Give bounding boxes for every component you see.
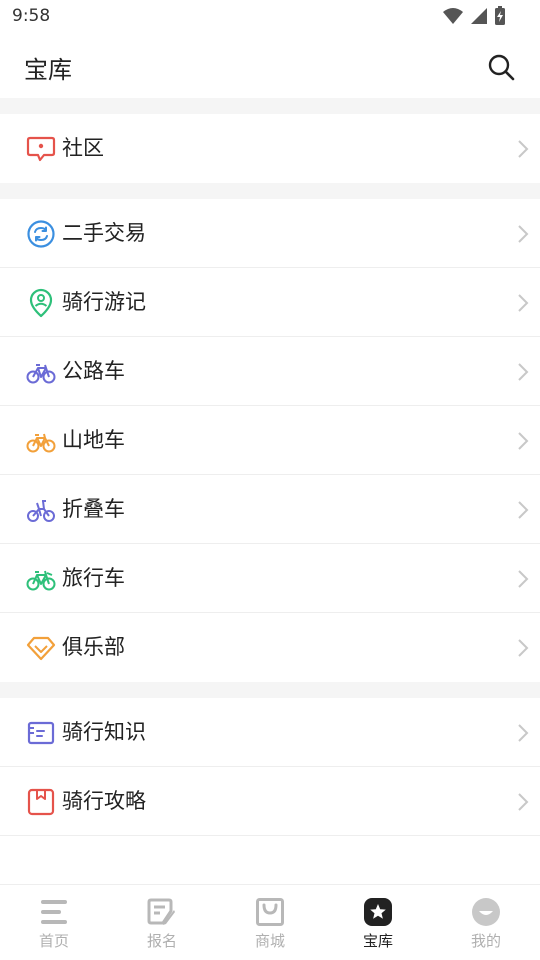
list-item-label: 公路车	[62, 359, 125, 383]
app-bar: 宝库	[0, 34, 540, 98]
section-divider	[0, 682, 540, 698]
chevron-right-icon	[518, 140, 529, 158]
section-divider	[0, 183, 540, 199]
list-item-community[interactable]: 社区	[0, 114, 540, 183]
list-item-label: 社区	[62, 136, 104, 160]
list-item-label: 山地车	[62, 428, 125, 452]
menu-lines-icon	[41, 900, 67, 924]
list-item-label: 骑行攻略	[62, 789, 146, 813]
signal-icon	[471, 8, 487, 24]
status-icons	[442, 5, 506, 27]
status-time: 9:58	[12, 6, 51, 26]
list-item-label: 二手交易	[62, 221, 146, 245]
diamond-badge-icon	[26, 636, 56, 661]
chevron-right-icon	[518, 363, 529, 381]
profile-icon	[472, 898, 500, 926]
touring-bike-icon	[26, 570, 56, 591]
list-item-label: 骑行知识	[62, 720, 146, 744]
tab-mine[interactable]: 我的	[432, 885, 540, 960]
mountain-bike-icon	[26, 433, 56, 453]
section-divider	[0, 98, 540, 114]
edit-form-icon	[147, 898, 175, 925]
chevron-right-icon	[518, 570, 529, 588]
tab-mall[interactable]: 商城	[216, 885, 324, 960]
tab-label: 我的	[470, 932, 501, 950]
list-item-label: 俱乐部	[62, 635, 125, 659]
exchange-icon	[27, 220, 55, 248]
tab-label: 报名	[146, 932, 177, 950]
tab-treasure[interactable]: 宝库	[324, 885, 432, 960]
row-divider	[0, 835, 540, 836]
chevron-right-icon	[518, 432, 529, 450]
list-item-label: 旅行车	[62, 566, 125, 590]
list-item-club[interactable]: 俱乐部	[0, 613, 540, 682]
tab-signup[interactable]: 报名	[108, 885, 216, 960]
chevron-right-icon	[518, 793, 529, 811]
list-item-road-bike[interactable]: 公路车	[0, 337, 540, 406]
chat-bubble-icon	[26, 136, 56, 162]
card-icon	[27, 721, 55, 745]
star-badge-icon	[364, 898, 392, 926]
folding-bike-icon	[27, 500, 55, 522]
list-item-knowledge[interactable]: 骑行知识	[0, 698, 540, 767]
chevron-right-icon	[518, 724, 529, 742]
list-item-guide[interactable]: 骑行攻略	[0, 767, 540, 836]
bottom-tab-bar: 首页 报名 商城 宝库 我的	[0, 884, 540, 960]
list-item-label: 折叠车	[62, 497, 125, 521]
chevron-right-icon	[518, 294, 529, 312]
wifi-icon	[443, 8, 463, 24]
chevron-right-icon	[518, 639, 529, 657]
list-item-used-trade[interactable]: 二手交易	[0, 199, 540, 268]
tab-label: 宝库	[362, 932, 393, 950]
shopping-bag-icon	[256, 898, 284, 926]
chevron-right-icon	[518, 225, 529, 243]
tab-label: 首页	[38, 932, 69, 950]
list-item-mountain-bike[interactable]: 山地车	[0, 406, 540, 475]
tab-home[interactable]: 首页	[0, 885, 108, 960]
tab-label: 商城	[254, 932, 285, 950]
page-title: 宝库	[24, 56, 72, 84]
battery-icon	[495, 6, 505, 25]
road-bike-icon	[26, 364, 56, 384]
list-item-folding-bike[interactable]: 折叠车	[0, 475, 540, 544]
search-icon[interactable]	[486, 52, 516, 82]
list-item-label: 骑行游记	[62, 290, 146, 314]
chevron-right-icon	[518, 501, 529, 519]
book-icon	[27, 788, 55, 816]
location-pin-icon	[29, 288, 53, 318]
status-bar: 9:58	[0, 0, 540, 34]
list-item-touring-bike[interactable]: 旅行车	[0, 544, 540, 613]
list-item-travelogue[interactable]: 骑行游记	[0, 268, 540, 337]
